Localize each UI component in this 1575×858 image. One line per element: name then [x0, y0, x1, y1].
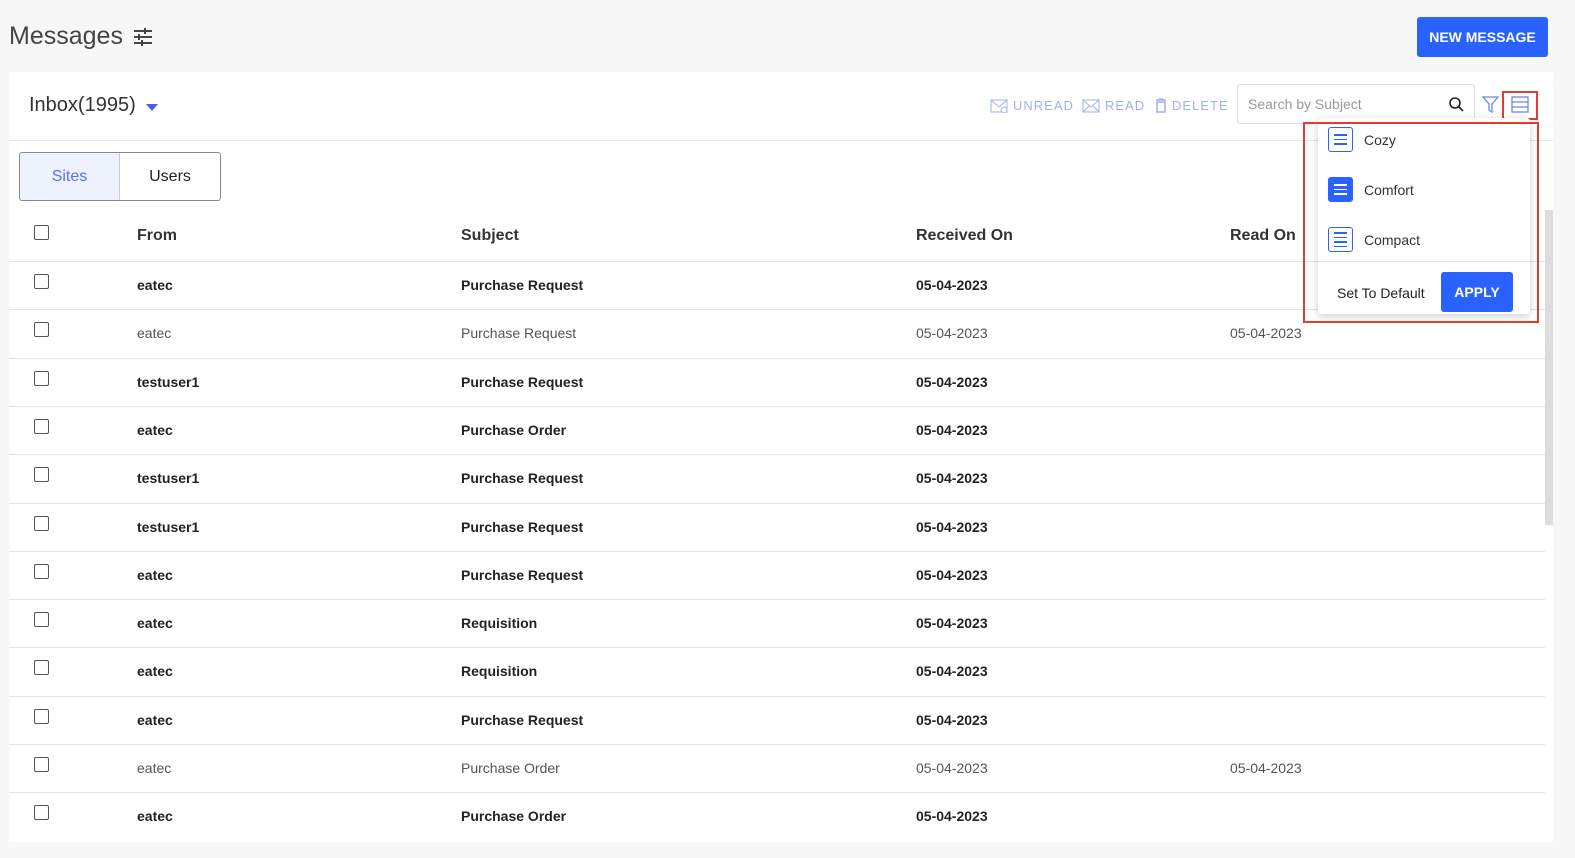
select-all-checkbox[interactable] — [34, 225, 49, 240]
column-read-on[interactable]: Read On — [1230, 227, 1296, 245]
page-title: Messages — [9, 22, 153, 51]
cell-from: eatec — [137, 711, 173, 728]
table-row[interactable]: testuser1 Purchase Request 05-04-2023 — [9, 502, 1545, 551]
cell-received-on: 05-04-2023 — [916, 277, 988, 293]
delete-label: DELETE — [1172, 98, 1229, 113]
table-row[interactable]: eatec Purchase Order 05-04-2023 05-04-20… — [9, 744, 1545, 792]
cell-subject: Purchase Request — [461, 325, 577, 342]
cell-read-on: 05-04-2023 — [1230, 325, 1302, 342]
caret-down-icon — [145, 103, 158, 111]
unread-label: UNREAD — [1013, 98, 1074, 113]
cell-subject: Purchase Request — [461, 373, 584, 390]
cell-subject: Purchase Request — [461, 470, 584, 487]
table-row[interactable]: eatec Purchase Request 05-04-2023 — [9, 550, 1545, 599]
cell-received-on: 05-04-2023 — [916, 663, 988, 680]
cell-received-on: 05-04-2023 — [916, 711, 988, 728]
cell-received-on: 05-04-2023 — [916, 615, 988, 632]
cell-from: eatec — [137, 325, 172, 342]
cell-from: eatec — [137, 615, 173, 632]
cell-from: eatec — [137, 760, 172, 776]
tab-sites[interactable]: Sites — [20, 153, 120, 200]
inbox-label: Inbox(1995) — [29, 94, 136, 116]
column-received-on[interactable]: Received On — [916, 227, 1013, 245]
cell-from: eatec — [137, 421, 173, 438]
column-subject[interactable]: Subject — [461, 227, 519, 245]
filter-icon[interactable] — [1482, 96, 1499, 113]
cell-subject: Purchase Order — [461, 808, 567, 825]
search-icon[interactable] — [1449, 96, 1464, 112]
mail-icon — [1082, 99, 1100, 112]
table-row[interactable]: eatec Purchase Order 05-04-2023 — [9, 792, 1545, 840]
cell-received-on: 05-04-2023 — [916, 808, 988, 825]
mail-unread-icon — [990, 99, 1008, 113]
tab-users[interactable]: Users — [120, 153, 220, 200]
cell-received-on: 05-04-2023 — [916, 421, 988, 438]
cell-received-on: 05-04-2023 — [916, 373, 988, 390]
highlight-box-menu — [1303, 122, 1539, 323]
cell-from: eatec — [137, 808, 173, 825]
settings-sliders-icon[interactable] — [133, 27, 153, 46]
column-from[interactable]: From — [137, 227, 177, 245]
cell-subject: Requisition — [461, 663, 538, 680]
view-tabs: Sites Users — [19, 152, 221, 201]
cell-received-on: 05-04-2023 — [916, 566, 988, 583]
cell-subject: Purchase Order — [461, 760, 560, 776]
delete-button[interactable]: DELETE — [1155, 98, 1229, 113]
cell-subject: Requisition — [461, 615, 538, 632]
cell-from: eatec — [137, 566, 173, 583]
cell-received-on: 05-04-2023 — [916, 760, 988, 776]
mark-read-button[interactable]: READ — [1082, 98, 1145, 113]
cell-subject: Purchase Request — [461, 711, 584, 728]
cell-from: testuser1 — [137, 518, 200, 535]
cell-subject: Purchase Request — [461, 277, 584, 293]
table-row[interactable]: eatec Purchase Request 05-04-2023 — [9, 695, 1545, 744]
cell-received-on: 05-04-2023 — [916, 518, 988, 535]
cell-from: testuser1 — [137, 470, 200, 487]
table-row[interactable]: eatec Requisition 05-04-2023 — [9, 647, 1545, 695]
title-text: Messages — [9, 22, 123, 50]
cell-from: testuser1 — [137, 373, 200, 390]
inbox-dropdown[interactable]: Inbox(1995) — [29, 94, 158, 117]
cell-from: eatec — [137, 277, 173, 293]
cell-received-on: 05-04-2023 — [916, 470, 988, 487]
trash-icon — [1156, 98, 1166, 113]
scrollbar[interactable] — [1545, 210, 1553, 525]
cell-subject: Purchase Request — [461, 566, 584, 583]
mark-unread-button[interactable]: UNREAD — [990, 98, 1074, 113]
cell-from: eatec — [137, 663, 173, 680]
cell-received-on: 05-04-2023 — [916, 325, 988, 342]
table-row[interactable]: eatec Purchase Order 05-04-2023 — [9, 405, 1545, 454]
table-row[interactable]: testuser1 Purchase Request 05-04-2023 — [9, 454, 1545, 502]
new-message-button[interactable]: NEW MESSAGE — [1417, 17, 1548, 57]
cell-subject: Purchase Request — [461, 518, 584, 535]
read-label: READ — [1105, 98, 1146, 113]
highlight-box-density — [1502, 91, 1538, 120]
table-row[interactable]: testuser1 Purchase Request 05-04-2023 — [9, 357, 1545, 406]
cell-read-on: 05-04-2023 — [1230, 760, 1302, 776]
search-placeholder: Search by Subject — [1248, 96, 1362, 112]
cell-subject: Purchase Order — [461, 421, 567, 438]
table-row[interactable]: eatec Requisition 05-04-2023 — [9, 599, 1545, 647]
